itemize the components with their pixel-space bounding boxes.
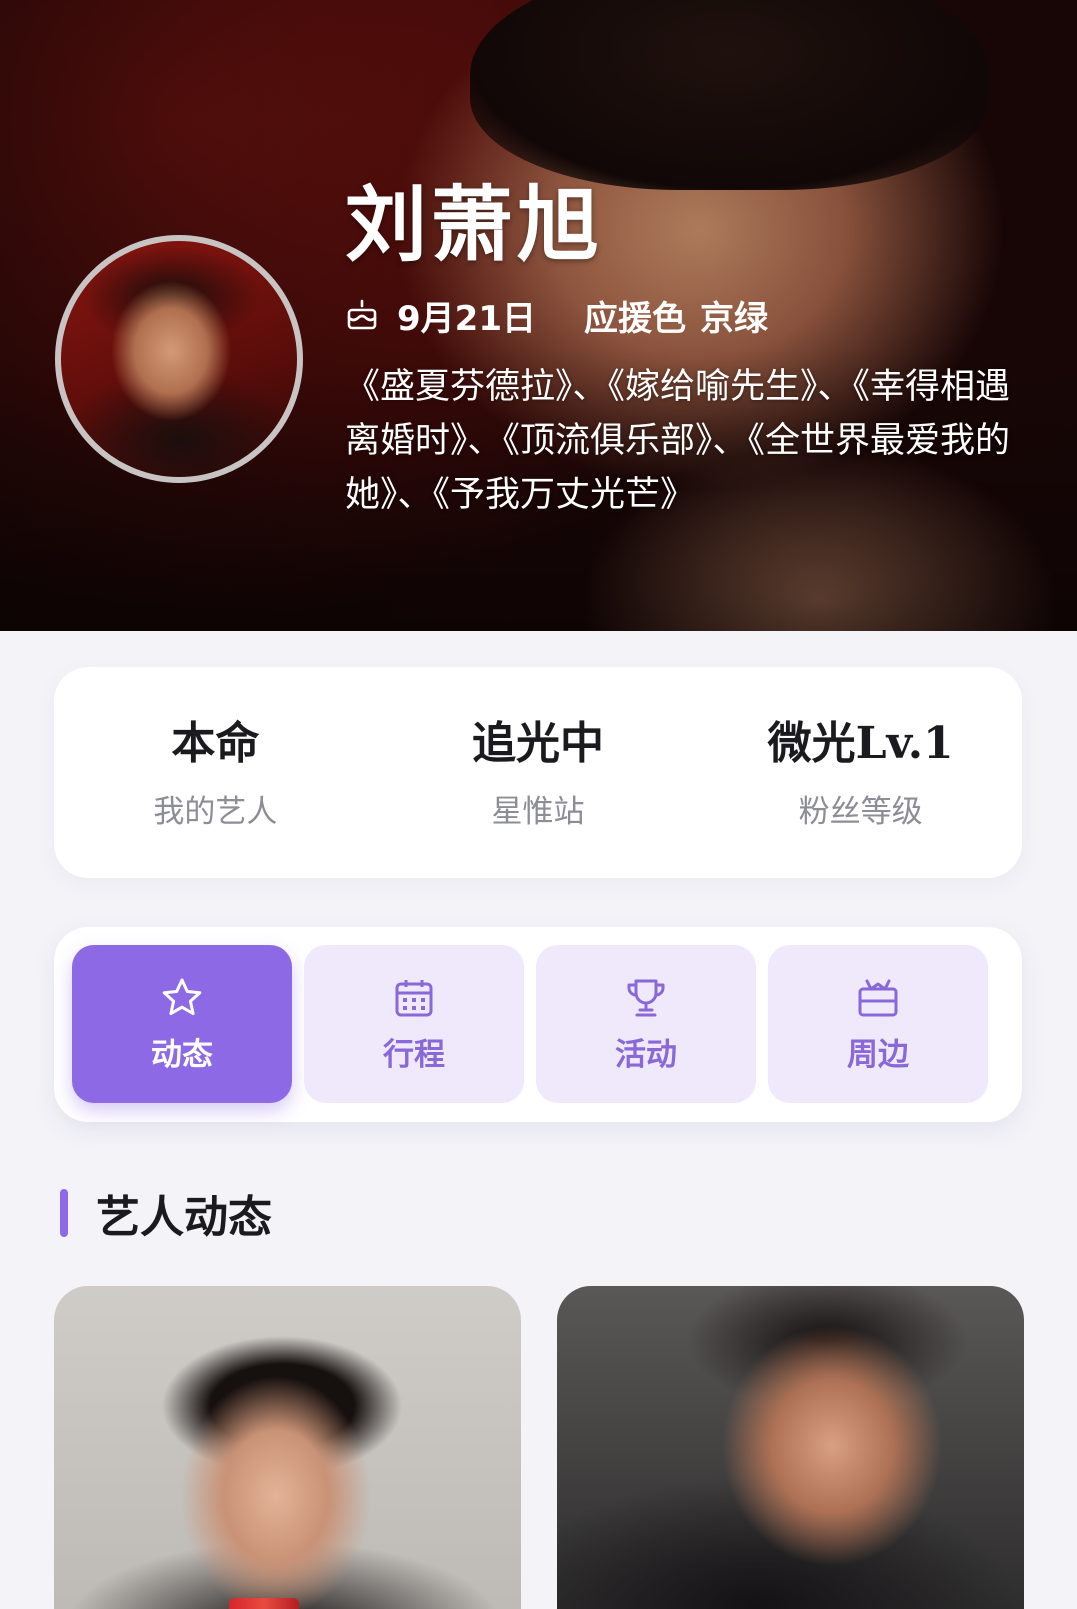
- calendar-icon: [395, 979, 433, 1016]
- star-icon: [162, 978, 202, 1015]
- artist-page: 刘萧旭 9月21日 应援色 京绿 《盛夏芬德拉》、《嫁给喻先生》、《幸得相遇离婚…: [0, 0, 1077, 1609]
- tab-label: 周边: [847, 1036, 909, 1073]
- artist-name: 刘萧旭: [345, 177, 604, 273]
- tab-schedule[interactable]: 行程: [304, 945, 524, 1103]
- support-color-label: 应援色: [583, 298, 686, 339]
- artist-avatar[interactable]: [55, 235, 303, 483]
- tab-label: 活动: [615, 1036, 677, 1073]
- hero-banner: 刘萧旭 9月21日 应援色 京绿 《盛夏芬德拉》、《嫁给喻先生》、《幸得相遇离婚…: [0, 0, 1077, 631]
- tab-news[interactable]: 动态: [72, 945, 292, 1103]
- feed-card-photo[interactable]: [557, 1286, 1024, 1609]
- stat-value: 追光中: [471, 718, 604, 769]
- section-header: 艺人动态: [60, 1185, 272, 1243]
- tab-merchandise[interactable]: 周边: [768, 945, 988, 1103]
- section-accent-bar: [60, 1189, 68, 1237]
- tab-label: 动态: [151, 1036, 213, 1073]
- stat-label: 我的艺人: [153, 794, 278, 830]
- section-title: 艺人动态: [96, 1192, 272, 1243]
- birthday-cake-icon: [345, 298, 379, 332]
- gift-icon: [858, 979, 898, 1016]
- artist-meta: 9月21日 应援色 京绿: [345, 292, 768, 339]
- birthday-text: 9月21日: [397, 298, 536, 339]
- stat-star-station[interactable]: 追光中 星惟站: [388, 714, 688, 831]
- stat-fan-level[interactable]: 微光Lv.1 粉丝等级: [711, 714, 1011, 831]
- artist-works: 《盛夏芬德拉》、《嫁给喻先生》、《幸得相遇离婚时》、《顶流俱乐部》、《全世界最爱…: [345, 367, 1011, 515]
- stat-my-artist[interactable]: 本命 我的艺人: [65, 714, 365, 831]
- tab-label: 行程: [383, 1036, 445, 1073]
- category-tabs: 动态 行程 活动 周边: [54, 927, 1022, 1122]
- tab-activities[interactable]: 活动: [536, 945, 756, 1103]
- stat-label: 粉丝等级: [798, 794, 923, 830]
- fan-stats-card: 本命 我的艺人 追光中 星惟站 微光Lv.1 粉丝等级: [54, 667, 1022, 878]
- stat-value: 本命: [171, 718, 260, 769]
- stat-value: 微光Lv.1: [767, 718, 954, 769]
- trophy-icon: [627, 979, 665, 1016]
- feed-card-photo[interactable]: [54, 1286, 521, 1609]
- support-color-value: 京绿: [699, 298, 768, 339]
- stat-label: 星惟站: [491, 794, 585, 830]
